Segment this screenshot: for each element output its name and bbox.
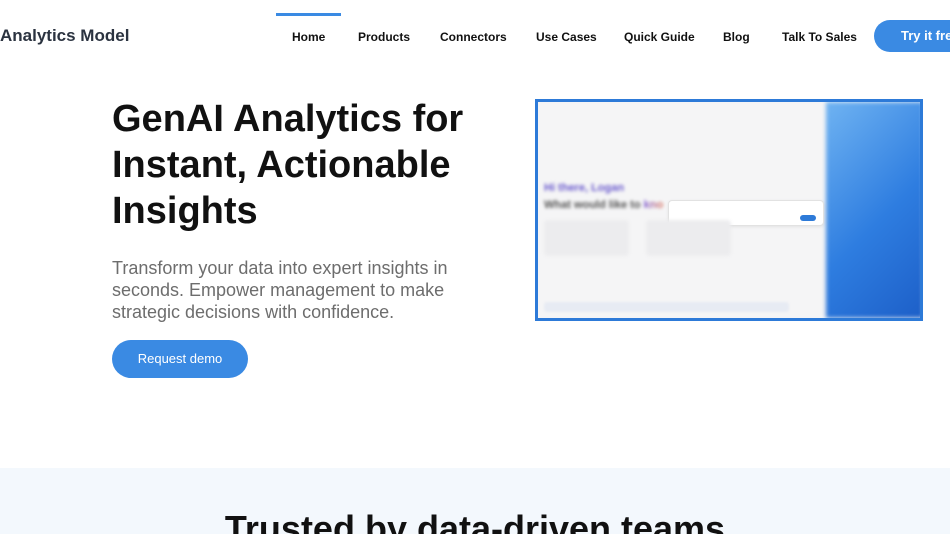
- brand-logo-text[interactable]: Analytics Model: [0, 26, 129, 46]
- preview-prompt-bar: [544, 302, 789, 312]
- hero-subtitle: Transform your data into expert insights…: [112, 258, 448, 322]
- product-preview-image: Hi there, Logan What would like to kno: [535, 99, 923, 321]
- preview-greeting: Hi there, Logan: [544, 182, 625, 194]
- preview-question-suffix: kno: [643, 199, 664, 211]
- hero-title: GenAI Analytics for Instant, Actionable …: [112, 96, 463, 234]
- hero-title-line: GenAI Analytics for: [112, 98, 464, 140]
- trusted-heading: Trusted by data-driven teams: [224, 508, 726, 534]
- preview-gradient-panel: [826, 102, 920, 318]
- preview-send-button: [800, 215, 816, 221]
- nav-quick-guide[interactable]: Quick Guide: [624, 30, 695, 44]
- preview-question-prefix: What would like to: [544, 199, 644, 211]
- nav-use-cases[interactable]: Use Cases: [536, 30, 597, 44]
- preview-question: What would like to kno: [544, 199, 663, 211]
- hero-title-line: Insights: [112, 190, 258, 232]
- nav-talk-to-sales[interactable]: Talk To Sales: [782, 30, 857, 44]
- request-demo-button[interactable]: Request demo: [112, 340, 248, 378]
- nav-connectors[interactable]: Connectors: [440, 30, 507, 44]
- trusted-section: Trusted by data-driven teams: [0, 468, 950, 534]
- nav-blog[interactable]: Blog: [723, 30, 750, 44]
- preview-suggestion-card: [646, 220, 731, 256]
- nav-products[interactable]: Products: [358, 30, 410, 44]
- hero-title-line: Instant, Actionable: [112, 144, 451, 186]
- try-it-free-button[interactable]: Try it free: [874, 20, 950, 52]
- preview-suggestion-card: [544, 220, 629, 256]
- nav-active-indicator: [276, 13, 341, 16]
- nav-home[interactable]: Home: [292, 30, 325, 44]
